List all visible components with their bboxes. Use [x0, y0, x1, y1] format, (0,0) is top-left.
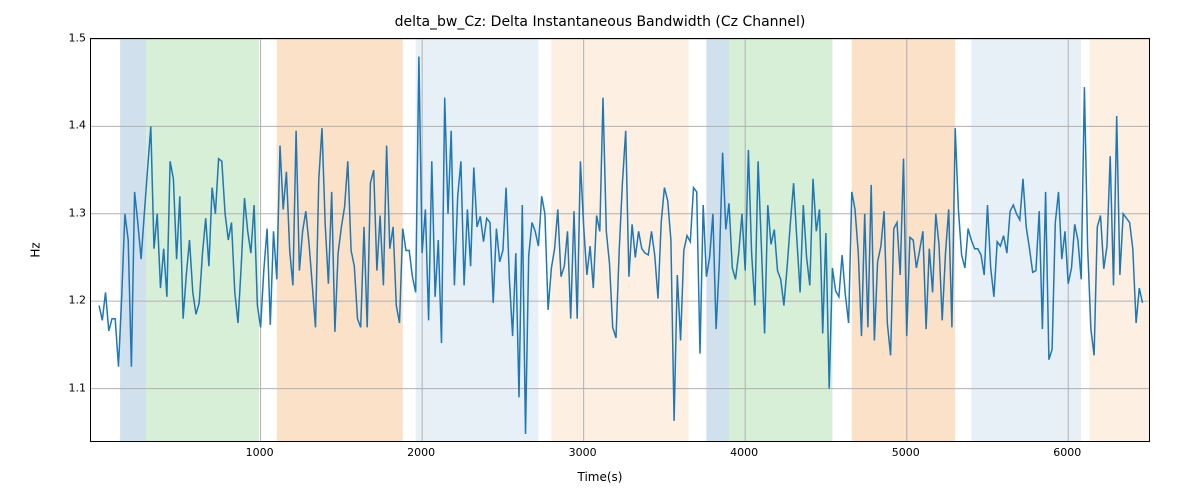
shaded-band	[729, 39, 832, 441]
plot-svg	[91, 39, 1149, 441]
plot-area	[90, 38, 1150, 442]
y-tick: 1.2	[56, 294, 86, 307]
x-tick: 6000	[1053, 446, 1081, 459]
shaded-band	[852, 39, 955, 441]
x-tick: 1000	[246, 446, 274, 459]
y-axis-label: Hz	[28, 0, 44, 500]
x-axis-label: Time(s)	[0, 470, 1200, 484]
shaded-band	[706, 39, 729, 441]
x-tick: 5000	[892, 446, 920, 459]
x-tick: 4000	[730, 446, 758, 459]
chart-title: delta_bw_Cz: Delta Instantaneous Bandwid…	[0, 14, 1200, 30]
x-tick: 2000	[407, 446, 435, 459]
y-tick: 1.4	[56, 119, 86, 132]
x-tick: 3000	[569, 446, 597, 459]
y-tick: 1.1	[56, 381, 86, 394]
y-tick: 1.5	[56, 32, 86, 45]
y-tick: 1.3	[56, 206, 86, 219]
figure: delta_bw_Cz: Delta Instantaneous Bandwid…	[0, 0, 1200, 500]
